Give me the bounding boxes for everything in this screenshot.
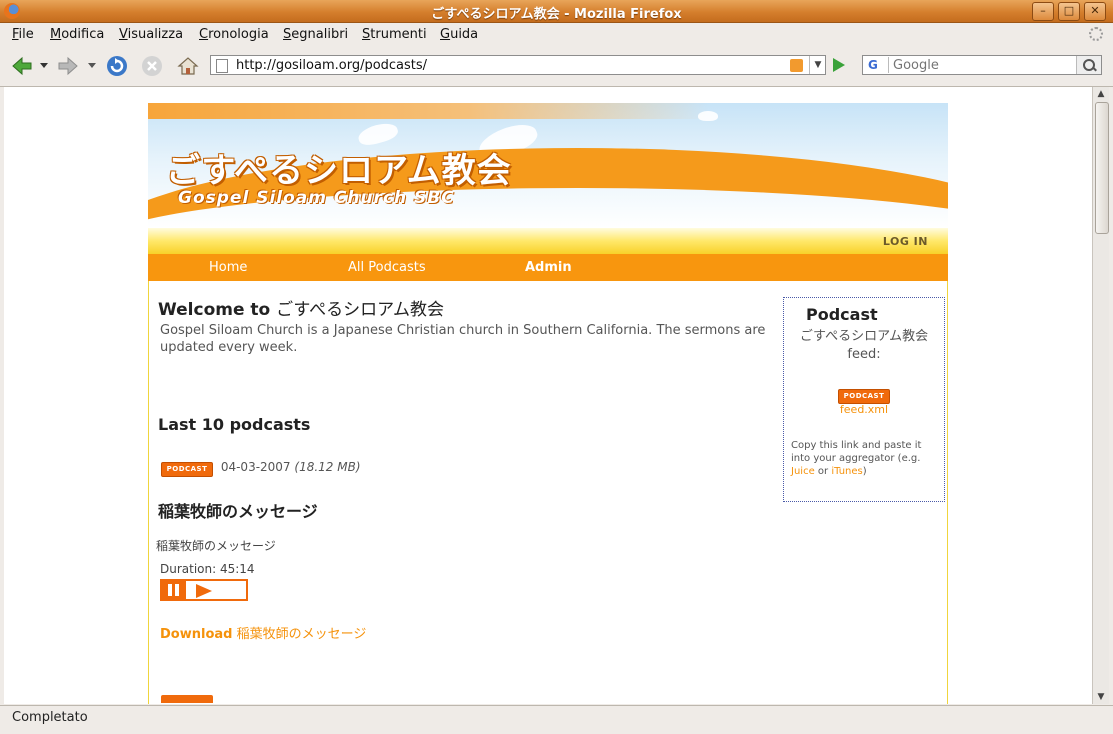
site-nav: Home All Podcasts Admin xyxy=(148,254,948,281)
pause-icon-bar xyxy=(175,584,179,596)
home-icon[interactable] xyxy=(176,54,200,78)
download-title[interactable]: 稲葉牧師のメッセージ xyxy=(237,627,367,642)
podcast-badge-icon[interactable]: PODCAST xyxy=(838,389,890,404)
player-pause-bg xyxy=(162,581,186,599)
web-page: ごすぺるシロアム教会 Gospel Siloam Church SBC LOG … xyxy=(148,103,948,704)
window-titlebar: ごすぺるシロアム教会 - Mozilla Firefox – □ ✕ xyxy=(0,0,1113,23)
banner-top-stripe xyxy=(148,103,948,119)
sidebar-help-text: Copy this link and paste it into your ag… xyxy=(791,439,941,478)
audio-player[interactable] xyxy=(160,579,248,601)
download-link[interactable]: Download 稲葉牧師のメッセージ xyxy=(160,623,366,642)
menu-visualizza[interactable]: Visualizza xyxy=(119,27,183,42)
sidebar-podcast-badge[interactable]: PODCAST xyxy=(838,387,890,404)
url-dropdown-icon[interactable]: ▼ xyxy=(809,56,826,74)
rss-feed-icon[interactable] xyxy=(790,59,803,72)
search-icon[interactable] xyxy=(1076,56,1101,74)
play-icon[interactable] xyxy=(196,584,212,598)
menu-strumenti[interactable]: Strumenti xyxy=(362,27,427,42)
menu-guida[interactable]: Guida xyxy=(440,27,478,42)
welcome-church-name: ごすぺるシロアム教会 xyxy=(276,300,444,320)
welcome-prefix: Welcome to xyxy=(158,300,271,320)
episode-description: 稲葉牧師のメッセージ xyxy=(156,539,276,553)
juice-link[interactable]: Juice xyxy=(791,466,815,477)
help-close: ) xyxy=(862,466,867,477)
url-bar[interactable]: http://gosiloam.org/podcasts/ ▼ xyxy=(210,55,826,75)
reload-icon[interactable] xyxy=(105,54,129,78)
status-text: Completato xyxy=(12,710,88,725)
episode-size: (18.12 MB) xyxy=(294,460,361,474)
navigation-toolbar: http://gosiloam.org/podcasts/ ▼ G xyxy=(0,46,1113,87)
close-icon[interactable]: ✕ xyxy=(1084,2,1106,21)
podcast-sidebar: Podcast ごすぺるシロアム教会 feed: PODCAST feed.xm… xyxy=(783,297,945,502)
main-content: Welcome to ごすぺるシロアム教会 Gospel Siloam Chur… xyxy=(148,281,948,704)
forward-arrow-icon[interactable] xyxy=(56,54,80,78)
nav-home[interactable]: Home xyxy=(209,260,247,275)
back-arrow-icon[interactable] xyxy=(10,54,34,78)
login-bar: LOG IN xyxy=(148,228,948,254)
welcome-heading: Welcome to ごすぺるシロアム教会 xyxy=(158,295,444,320)
itunes-link[interactable]: iTunes xyxy=(831,466,862,477)
login-link[interactable]: LOG IN xyxy=(883,235,928,248)
pause-icon[interactable] xyxy=(168,584,172,596)
search-input[interactable] xyxy=(893,57,1073,73)
sidebar-feed-name: ごすぺるシロアム教会 xyxy=(799,329,929,344)
maximize-icon[interactable]: □ xyxy=(1058,2,1080,21)
window-title: ごすぺるシロアム教会 - Mozilla Firefox xyxy=(431,7,682,22)
page-icon xyxy=(216,59,228,73)
episode-title: 稲葉牧師のメッセージ xyxy=(158,502,318,521)
url-text[interactable]: http://gosiloam.org/podcasts/ xyxy=(236,58,427,73)
menu-cronologia[interactable]: Cronologia xyxy=(199,27,269,42)
minimize-icon[interactable]: – xyxy=(1032,2,1054,21)
next-podcast-badge-icon[interactable] xyxy=(161,695,213,703)
banner-japanese-title: ごすぺるシロアム教会 xyxy=(166,151,512,191)
feed-xml-link[interactable]: feed.xml xyxy=(784,403,944,416)
menu-file[interactable]: File xyxy=(12,27,34,42)
site-banner: ごすぺるシロアム教会 Gospel Siloam Church SBC xyxy=(148,103,948,228)
episode-meta: PODCAST 04-03-2007 (18.12 MB) xyxy=(161,460,361,477)
page-viewport: ごすぺるシロアム教会 Gospel Siloam Church SBC LOG … xyxy=(4,87,1092,704)
menu-bar: File Modifica Visualizza Cronologia Segn… xyxy=(0,23,1113,45)
podcast-badge-icon[interactable]: PODCAST xyxy=(161,462,213,477)
sidebar-title: Podcast xyxy=(806,305,878,324)
episode-duration: Duration: 45:14 xyxy=(160,562,255,576)
download-label[interactable]: Download xyxy=(160,627,232,642)
menu-segnalibri[interactable]: Segnalibri xyxy=(283,27,348,42)
last-podcasts-heading: Last 10 podcasts xyxy=(158,415,311,434)
nav-admin[interactable]: Admin xyxy=(525,260,572,275)
status-bar: Completato xyxy=(0,705,1113,734)
scrollbar-thumb[interactable] xyxy=(1095,102,1109,234)
throbber-icon xyxy=(1089,27,1103,41)
episode-date: 04-03-2007 xyxy=(220,460,291,474)
dove-icon xyxy=(698,111,718,121)
go-arrow-icon[interactable] xyxy=(833,58,845,72)
banner-english-title: Gospel Siloam Church SBC xyxy=(178,188,455,208)
sidebar-feed-suffix: feed: xyxy=(847,347,881,362)
vertical-scrollbar[interactable]: ▲ ▼ xyxy=(1092,87,1109,704)
sidebar-feed-label: ごすぺるシロアム教会 feed: xyxy=(784,328,944,364)
google-engine-icon[interactable]: G xyxy=(865,57,889,73)
search-box[interactable]: G xyxy=(862,55,1102,75)
menu-modifica[interactable]: Modifica xyxy=(50,27,104,42)
scroll-down-icon[interactable]: ▼ xyxy=(1093,690,1109,704)
stop-icon[interactable] xyxy=(140,54,164,78)
back-dropdown-icon[interactable] xyxy=(40,63,48,69)
help-or: or xyxy=(817,466,829,477)
intro-text: Gospel Siloam Church is a Japanese Chris… xyxy=(160,323,766,355)
help-text: Copy this link and paste it into your ag… xyxy=(791,440,922,464)
nav-all-podcasts[interactable]: All Podcasts xyxy=(348,260,426,275)
scroll-up-icon[interactable]: ▲ xyxy=(1093,87,1109,101)
forward-dropdown-icon[interactable] xyxy=(88,63,96,69)
